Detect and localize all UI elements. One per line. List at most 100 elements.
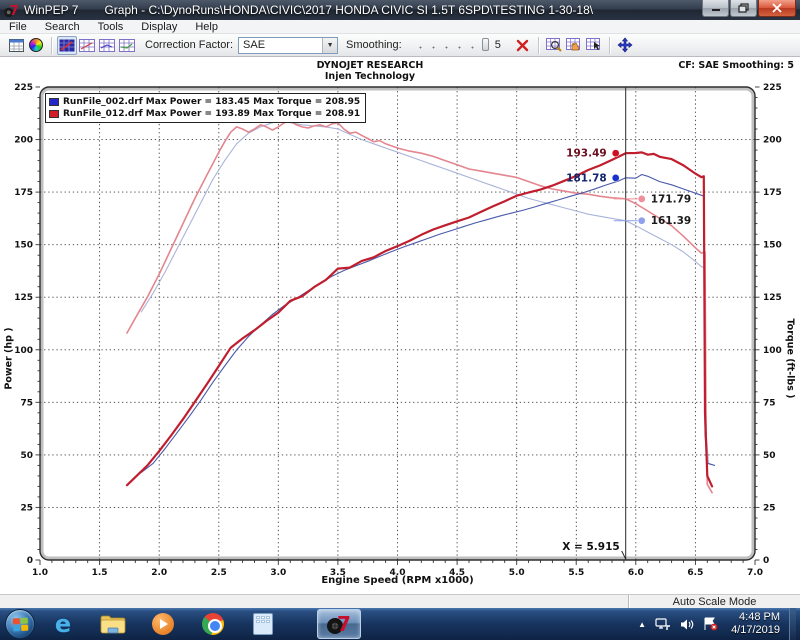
menu-tools[interactable]: Tools — [89, 20, 133, 34]
svg-text:25: 25 — [763, 503, 776, 513]
graph-view-button-1[interactable] — [57, 36, 77, 55]
crosshair-button[interactable] — [615, 36, 635, 55]
svg-text:0: 0 — [27, 556, 33, 566]
svg-text:50: 50 — [20, 451, 33, 461]
minimize-button[interactable] — [702, 0, 729, 17]
zoom-graph-button[interactable] — [544, 36, 564, 55]
folder-icon — [100, 613, 126, 635]
svg-text:75: 75 — [763, 398, 776, 408]
legend-swatch-red — [49, 110, 59, 118]
smoothing-label: Smoothing: — [346, 39, 402, 51]
svg-text:75: 75 — [20, 398, 33, 408]
hand-graph-icon — [566, 38, 582, 52]
svg-text:161.39: 161.39 — [651, 215, 692, 227]
graph-view-button-3[interactable] — [97, 36, 117, 55]
svg-text:181.78: 181.78 — [566, 172, 607, 184]
legend-row-run002: RunFile_002.drf Max Power = 183.45 Max T… — [49, 96, 360, 108]
slider-track — [414, 46, 481, 49]
graph-icon — [119, 39, 135, 52]
svg-text:200: 200 — [763, 136, 782, 146]
menu-search[interactable]: Search — [36, 20, 89, 34]
chart-legend: RunFile_002.drf Max Power = 183.45 Max T… — [45, 93, 366, 123]
action-center-flag-icon[interactable] — [703, 617, 718, 631]
start-button[interactable] — [5, 609, 35, 639]
menu-file[interactable]: File — [0, 20, 36, 34]
pan-graph-button[interactable] — [564, 36, 584, 55]
graph-icon — [59, 39, 75, 52]
dyno-graph[interactable]: 1.01.52.02.53.03.54.04.55.05.56.06.57.00… — [0, 57, 800, 594]
svg-text:225: 225 — [763, 83, 782, 93]
run-list-button[interactable] — [6, 36, 26, 55]
network-icon[interactable] — [655, 618, 671, 631]
clock-time: 4:48 PM — [731, 611, 780, 624]
svg-text:7: 7 — [337, 612, 351, 636]
correction-factor-select[interactable]: SAE ▼ — [238, 37, 338, 54]
close-button[interactable] — [758, 0, 796, 17]
winpep-icon: 7 — [326, 612, 352, 636]
restore-button[interactable] — [730, 0, 757, 17]
windows-logo-icon — [13, 618, 29, 632]
taskbar-calculator[interactable] — [249, 610, 277, 638]
svg-text:150: 150 — [14, 241, 33, 251]
calculator-icon — [253, 613, 273, 635]
svg-text:0: 0 — [763, 556, 769, 566]
menu-display[interactable]: Display — [132, 20, 186, 34]
menu-bar: File Search Tools Display Help — [0, 20, 800, 34]
svg-text:X = 5.915: X = 5.915 — [562, 541, 619, 553]
graph-icon — [99, 39, 115, 52]
winpep-window: 7 WinPEP 7 Graph - C:\DynoRuns\HONDA\CIV… — [0, 0, 800, 640]
taskbar-internet-explorer[interactable]: e — [49, 610, 77, 638]
magnifier-graph-icon — [546, 38, 562, 52]
smoothing-slider[interactable] — [411, 37, 489, 53]
volume-icon[interactable] — [680, 618, 694, 631]
taskbar-chrome[interactable] — [199, 610, 227, 638]
x-axis-title: Engine Speed (RPM x1000) — [40, 575, 755, 586]
taskbar-winpep-active[interactable]: 7 — [317, 609, 361, 639]
svg-text:171.79: 171.79 — [651, 193, 692, 205]
graph-icon — [79, 39, 95, 52]
tray-expand-icon[interactable]: ▲ — [638, 620, 646, 629]
pointer-graph-button[interactable] — [584, 36, 604, 55]
legend-row-run012: RunFile_012.drf Max Power = 193.89 Max T… — [49, 108, 360, 120]
table-icon — [9, 39, 24, 52]
correction-factor-label: Correction Factor: — [145, 39, 233, 51]
slider-handle[interactable] — [482, 38, 489, 51]
graph-view-button-4[interactable] — [117, 36, 137, 55]
minimize-icon — [711, 4, 721, 12]
status-bar-left — [0, 595, 628, 608]
winpep-app-icon: 7 — [4, 3, 19, 18]
dyno-graph-panel: 1.01.52.02.53.03.54.04.55.05.56.06.57.00… — [0, 57, 800, 594]
delete-run-button[interactable] — [513, 36, 533, 55]
smoothing-value: 5 — [495, 39, 501, 51]
color-settings-button[interactable] — [26, 36, 46, 55]
toolbar-separator — [538, 37, 539, 54]
chart-subtitle: Injen Technology — [40, 71, 700, 82]
correction-smoothing-readout: CF: SAE Smoothing: 5 — [678, 60, 794, 71]
svg-text:200: 200 — [14, 136, 33, 146]
title-bar: 7 WinPEP 7 Graph - C:\DynoRuns\HONDA\CIV… — [0, 0, 800, 20]
toolbar: Correction Factor: SAE ▼ Smoothing: 5 — [0, 34, 800, 57]
svg-text:175: 175 — [14, 188, 33, 198]
taskbar-media-player[interactable] — [149, 610, 177, 638]
svg-text:150: 150 — [763, 241, 782, 251]
graph-view-button-2[interactable] — [77, 36, 97, 55]
windows-taskbar: e 7 — [0, 608, 800, 640]
chart-header: DYNOJET RESEARCH Injen Technology — [40, 60, 700, 82]
svg-text:193.49: 193.49 — [566, 148, 607, 160]
show-desktop-button[interactable] — [789, 608, 796, 640]
status-bar: Auto Scale Mode — [0, 594, 800, 608]
svg-text:7: 7 — [10, 4, 19, 18]
taskbar-clock[interactable]: 4:48 PM 4/17/2019 — [731, 611, 780, 637]
svg-text:50: 50 — [763, 451, 776, 461]
chevron-down-icon[interactable]: ▼ — [322, 38, 337, 53]
toolbar-separator — [609, 37, 610, 54]
internet-explorer-icon: e — [55, 610, 71, 638]
taskbar-file-explorer[interactable] — [99, 610, 127, 638]
color-wheel-icon — [29, 38, 43, 52]
restore-icon — [738, 3, 749, 13]
system-tray: ▲ 4:48 PM 4/17/2019 — [638, 608, 800, 640]
window-title-document: Graph - C:\DynoRuns\HONDA\CIVIC\2017 HON… — [104, 3, 593, 17]
legend-label-run012: RunFile_012.drf Max Power = 193.89 Max T… — [63, 109, 360, 119]
cursor-graph-icon — [586, 38, 602, 52]
menu-help[interactable]: Help — [186, 20, 227, 34]
